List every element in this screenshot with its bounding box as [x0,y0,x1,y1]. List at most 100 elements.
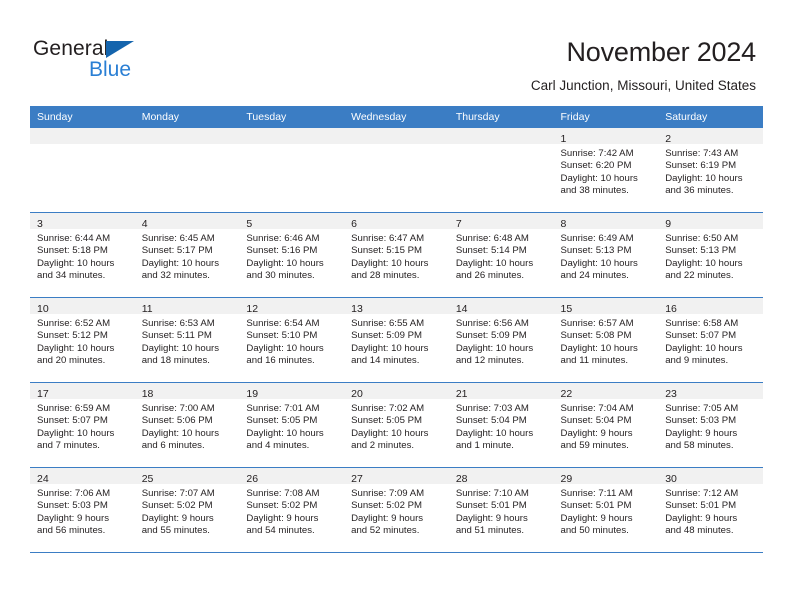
day-number: 30 [665,473,677,485]
calendar-day-cell[interactable]: 8 Sunrise: 6:49 AM Sunset: 5:13 PM Daylight… [553,212,659,298]
day-details: Sunrise: 6:44 AM Sunset: 5:18 PM Daylight:… [30,229,135,283]
daylight-text-line2: and 55 minutes. [141,525,210,537]
calendar-day-cell[interactable]: 2 Sunrise: 7:43 AM Sunset: 6:19 PM Daylight… [658,128,763,213]
day-number: 3 [37,218,43,230]
day-number-strip: 1 [553,128,659,145]
day-details: Sunrise: 7:09 AM Sunset: 5:02 PM Daylight:… [344,484,449,538]
calendar-day-cell-empty[interactable] [30,128,135,213]
day-number: 13 [351,303,363,315]
calendar-day-cell[interactable]: 13 Sunrise: 6:55 AM Sunset: 5:09 PM Dayligh… [344,297,449,383]
day-details: Sunrise: 6:49 AM Sunset: 5:13 PM Daylight:… [554,229,659,283]
daylight-text-line2: and 1 minute. [455,440,514,452]
sunset-text: Sunset: 5:03 PM [37,500,108,512]
calendar-day-cell[interactable]: 10 Sunrise: 6:52 AM Sunset: 5:12 PM Dayligh… [30,297,135,383]
calendar-day-cell-empty[interactable] [344,128,449,213]
calendar-day-cell[interactable]: 12 Sunrise: 6:54 AM Sunset: 5:10 PM Dayligh… [239,297,345,383]
day-details: Sunrise: 6:46 AM Sunset: 5:16 PM Daylight:… [239,229,344,283]
sunrise-text: Sunrise: 7:42 AM [560,148,634,159]
calendar-day-cell-empty[interactable] [239,128,345,213]
day-number-strip: 10 [30,298,135,315]
calendar-day-cell[interactable]: 16 Sunrise: 6:58 AM Sunset: 5:07 PM Dayligh… [658,297,763,383]
day-number-strip: 22 [553,383,659,400]
day-details: Sunrise: 7:05 AM Sunset: 5:03 PM Daylight:… [658,399,763,453]
day-details: Sunrise: 7:42 AM Sunset: 6:20 PM Daylight:… [554,144,659,198]
calendar-day-cell[interactable]: 25 Sunrise: 7:07 AM Sunset: 5:02 PM Dayligh… [134,467,240,553]
calendar-day-cell[interactable]: 21 Sunrise: 7:03 AM Sunset: 5:04 PM Dayligh… [448,382,554,468]
day-number: 2 [665,133,672,145]
daylight-text-line2: and 24 minutes. [560,270,629,282]
sunrise-text: Sunrise: 6:56 AM [455,318,529,329]
daylight-text-line2: and 51 minutes. [455,525,525,537]
day-number: 6 [351,218,357,230]
calendar-week-row: 1 Sunrise: 7:42 AM Sunset: 6:20 PM Daylight… [30,128,763,213]
calendar-day-cell[interactable]: 27 Sunrise: 7:09 AM Sunset: 5:02 PM Dayligh… [344,467,449,553]
calendar-day-cell[interactable]: 3 Sunrise: 6:44 AM Sunset: 5:18 PM Daylight… [30,212,135,298]
daylight-text-line2: and 20 minutes. [37,355,106,367]
daylight-text-line1: Daylight: 9 hours [141,512,214,524]
sunset-text: Sunset: 5:12 PM [37,330,108,342]
day-number-strip: 16 [658,298,763,315]
daylight-text-line1: Daylight: 10 hours [351,427,429,439]
calendar-day-cell[interactable]: 15 Sunrise: 6:57 AM Sunset: 5:08 PM Dayligh… [553,297,659,383]
calendar-day-cell[interactable]: 17 Sunrise: 6:59 AM Sunset: 5:07 PM Dayligh… [30,382,135,468]
sunset-text: Sunset: 5:05 PM [351,415,423,427]
sunrise-text: Sunrise: 6:55 AM [351,318,425,329]
sunset-text: Sunset: 5:10 PM [246,330,318,342]
daylight-text-line1: Daylight: 9 hours [665,512,738,524]
calendar-day-cell[interactable]: 11 Sunrise: 6:53 AM Sunset: 5:11 PM Dayligh… [134,297,240,383]
calendar-day-cell[interactable]: 24 Sunrise: 7:06 AM Sunset: 5:03 PM Dayligh… [30,467,135,553]
day-details: Sunrise: 7:04 AM Sunset: 5:04 PM Daylight:… [554,399,659,453]
weekday-header-row: Sunday Monday Tuesday Wednesday Thursday… [30,106,763,128]
calendar-day-cell[interactable]: 5 Sunrise: 6:46 AM Sunset: 5:16 PM Daylight… [239,212,345,298]
calendar-week-row: 24 Sunrise: 7:06 AM Sunset: 5:03 PM Dayligh… [30,467,763,553]
sunrise-text: Sunrise: 6:50 AM [665,233,739,244]
daylight-text-line2: and 22 minutes. [665,270,734,282]
day-details: Sunrise: 6:53 AM Sunset: 5:11 PM Daylight:… [135,314,240,368]
calendar-day-cell[interactable]: 4 Sunrise: 6:45 AM Sunset: 5:17 PM Daylight… [134,212,240,298]
daylight-text-line1: Daylight: 10 hours [560,342,638,354]
calendar-day-cell[interactable]: 14 Sunrise: 6:56 AM Sunset: 5:09 PM Dayligh… [448,297,554,383]
daylight-text-line1: Daylight: 10 hours [141,257,220,269]
day-number: 25 [141,473,154,485]
daylight-text-line2: and 50 minutes. [560,525,629,537]
calendar-day-cell[interactable]: 7 Sunrise: 6:48 AM Sunset: 5:14 PM Daylight… [448,212,554,298]
daylight-text-line1: Daylight: 10 hours [37,342,115,354]
day-number: 28 [455,473,468,485]
calendar-day-cell[interactable]: 6 Sunrise: 6:47 AM Sunset: 5:15 PM Daylight… [344,212,449,298]
calendar-day-cell[interactable]: 22 Sunrise: 7:04 AM Sunset: 5:04 PM Dayligh… [553,382,659,468]
general-blue-logo[interactable]: General Blue [33,37,173,83]
calendar-day-cell[interactable]: 18 Sunrise: 7:00 AM Sunset: 5:06 PM Dayligh… [134,382,240,468]
sunrise-text: Sunrise: 6:52 AM [37,318,111,329]
calendar-day-cell[interactable]: 26 Sunrise: 7:08 AM Sunset: 5:02 PM Dayligh… [239,467,345,553]
sunset-text: Sunset: 5:02 PM [246,500,318,512]
calendar-day-cell[interactable]: 20 Sunrise: 7:02 AM Sunset: 5:05 PM Dayligh… [344,382,449,468]
daylight-text-line1: Daylight: 9 hours [37,512,109,524]
calendar-day-cell-empty[interactable] [134,128,240,213]
day-number: 22 [560,388,573,400]
calendar-day-cell[interactable]: 28 Sunrise: 7:10 AM Sunset: 5:01 PM Dayligh… [448,467,554,553]
daylight-text-line1: Daylight: 9 hours [351,512,424,524]
calendar-day-cell[interactable]: 9 Sunrise: 6:50 AM Sunset: 5:13 PM Daylight… [658,212,763,298]
calendar-day-cell[interactable]: 30 Sunrise: 7:12 AM Sunset: 5:01 PM Dayligh… [658,467,763,553]
day-number: 19 [246,388,259,400]
sunrise-text: Sunrise: 7:11 AM [560,488,633,499]
calendar-day-cell[interactable]: 19 Sunrise: 7:01 AM Sunset: 5:05 PM Dayligh… [239,382,345,468]
sunset-text: Sunset: 5:17 PM [141,245,213,257]
sunset-text: Sunset: 5:05 PM [246,415,318,427]
day-number: 8 [560,218,567,230]
day-number-strip: 5 [239,213,345,230]
daylight-text-line1: Daylight: 10 hours [455,427,534,439]
weekday-header-wednesday: Wednesday [344,106,449,128]
day-number-strip: 17 [30,383,135,400]
daylight-text-line2: and 4 minutes. [246,440,310,452]
calendar-day-cell[interactable]: 29 Sunrise: 7:11 AM Sunset: 5:01 PM Dayligh… [553,467,659,553]
calendar-day-cell[interactable]: 1 Sunrise: 7:42 AM Sunset: 6:20 PM Daylight… [553,128,659,213]
daylight-text-line1: Daylight: 10 hours [351,342,429,354]
daylight-text-line1: Daylight: 9 hours [560,512,633,524]
calendar-day-cell-empty[interactable] [448,128,554,213]
daylight-text-line1: Daylight: 10 hours [560,257,638,269]
calendar-day-cell[interactable]: 23 Sunrise: 7:05 AM Sunset: 5:03 PM Dayligh… [658,382,763,468]
sunset-text: Sunset: 5:09 PM [351,330,423,342]
sunset-text: Sunset: 5:14 PM [455,245,527,257]
day-number-strip [448,128,554,144]
